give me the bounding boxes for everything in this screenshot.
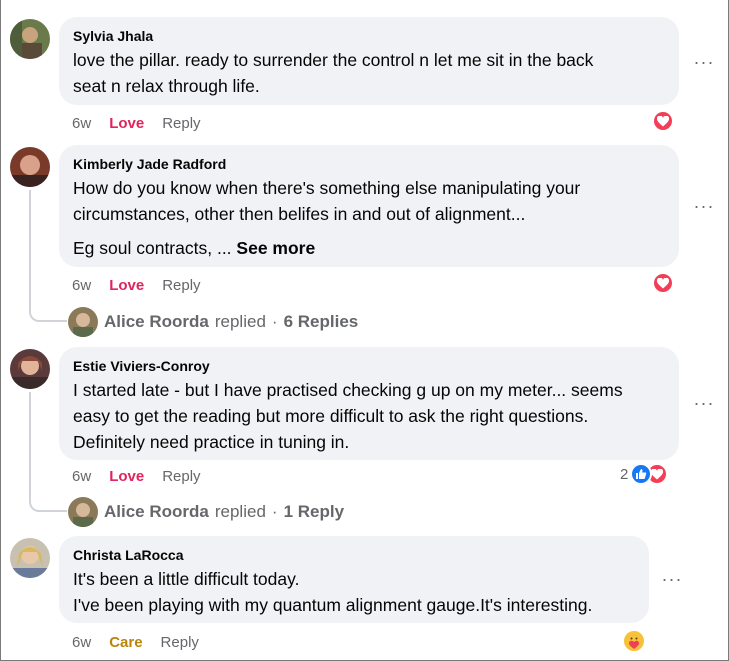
reply-count: 6 Replies [283,312,359,331]
avatar[interactable] [10,147,50,187]
comment-author[interactable]: Christa LaRocca [73,546,635,564]
more-options-icon[interactable]: ··· [692,197,716,216]
reaction-summary[interactable] [652,272,674,294]
reply-button[interactable]: Reply [162,277,200,295]
comments-panel: Sylvia Jhala love the pillar. ready to s… [0,0,729,661]
love-reaction-button[interactable]: Love [109,468,144,486]
reply-button[interactable]: Reply [161,634,199,652]
comment-timestamp[interactable]: 6w [72,634,91,652]
replier-name: Alice Roorda [104,312,209,331]
comment-bubble: Christa LaRocca It's been a little diffi… [59,536,649,623]
comment-timestamp[interactable]: 6w [72,277,91,295]
comment-bubble: Estie Viviers-Conroy I started late - bu… [59,347,679,460]
care-icon [622,629,646,653]
love-icon [652,110,674,132]
reaction-count: 2 [620,465,629,483]
comment-actions: 6w Care Reply [72,634,199,652]
comment-timestamp[interactable]: 6w [72,468,91,486]
view-replies-link[interactable]: Alice Roorda replied · 6 Replies [68,307,358,337]
love-reaction-button[interactable]: Love [109,115,144,133]
care-reaction-button[interactable]: Care [109,634,142,652]
comment-text-line: How do you know when there's something e… [73,178,581,198]
comment-extra: Eg soul contracts, ... [73,238,232,258]
comment-text-line: Definitely need practice in tuning in. [73,432,350,452]
separator: · [271,312,278,331]
replied-text: replied [214,502,266,521]
replied-text: replied [214,312,266,331]
comment-author[interactable]: Estie Viviers-Conroy [73,357,665,375]
love-reaction-button[interactable]: Love [109,277,144,295]
comment-timestamp[interactable]: 6w [72,115,91,133]
reaction-summary[interactable] [652,110,674,132]
comment-text-line: I've been playing with my quantum alignm… [73,595,593,615]
see-more-link[interactable]: See more [236,238,315,258]
comment-actions: 6w Love Reply [72,468,201,486]
more-options-icon[interactable]: ··· [692,53,716,72]
comment-text-line: love the pillar. ready to surrender the … [73,50,594,70]
comment-actions: 6w Love Reply [72,115,201,133]
comment-actions: 6w Love Reply [72,277,201,295]
comment-text-line: Eg soul contracts, ... See more [73,235,665,261]
comment-text-line: circumstances, other then belifes in and… [73,204,526,224]
reply-button[interactable]: Reply [162,115,200,133]
replier-name: Alice Roorda [104,502,209,521]
avatar[interactable] [10,19,50,59]
view-replies-link[interactable]: Alice Roorda replied · 1 Reply [68,497,344,527]
comment-bubble: Kimberly Jade Radford How do you know wh… [59,145,679,267]
comment-text-line: I started late - but I have practised ch… [73,380,623,400]
comment-text-line: It's been a little difficult today. [73,569,300,589]
reply-button[interactable]: Reply [162,468,200,486]
avatar [68,307,98,337]
comment-text-line: easy to get the reading but more difficu… [73,406,589,426]
comment-author[interactable]: Kimberly Jade Radford [73,155,665,173]
more-options-icon[interactable]: ··· [692,394,716,413]
avatar[interactable] [10,538,50,578]
comment-author[interactable]: Sylvia Jhala [73,27,665,45]
avatar [68,497,98,527]
reply-count: 1 Reply [283,502,345,521]
reaction-summary[interactable] [622,629,646,653]
separator: · [271,502,278,521]
avatar[interactable] [10,349,50,389]
love-icon [652,272,674,294]
reaction-summary[interactable]: 2 [620,463,669,485]
more-options-icon[interactable]: ··· [660,570,684,589]
comment-text-line: seat n relax through life. [73,76,260,96]
comment-bubble: Sylvia Jhala love the pillar. ready to s… [59,17,679,105]
